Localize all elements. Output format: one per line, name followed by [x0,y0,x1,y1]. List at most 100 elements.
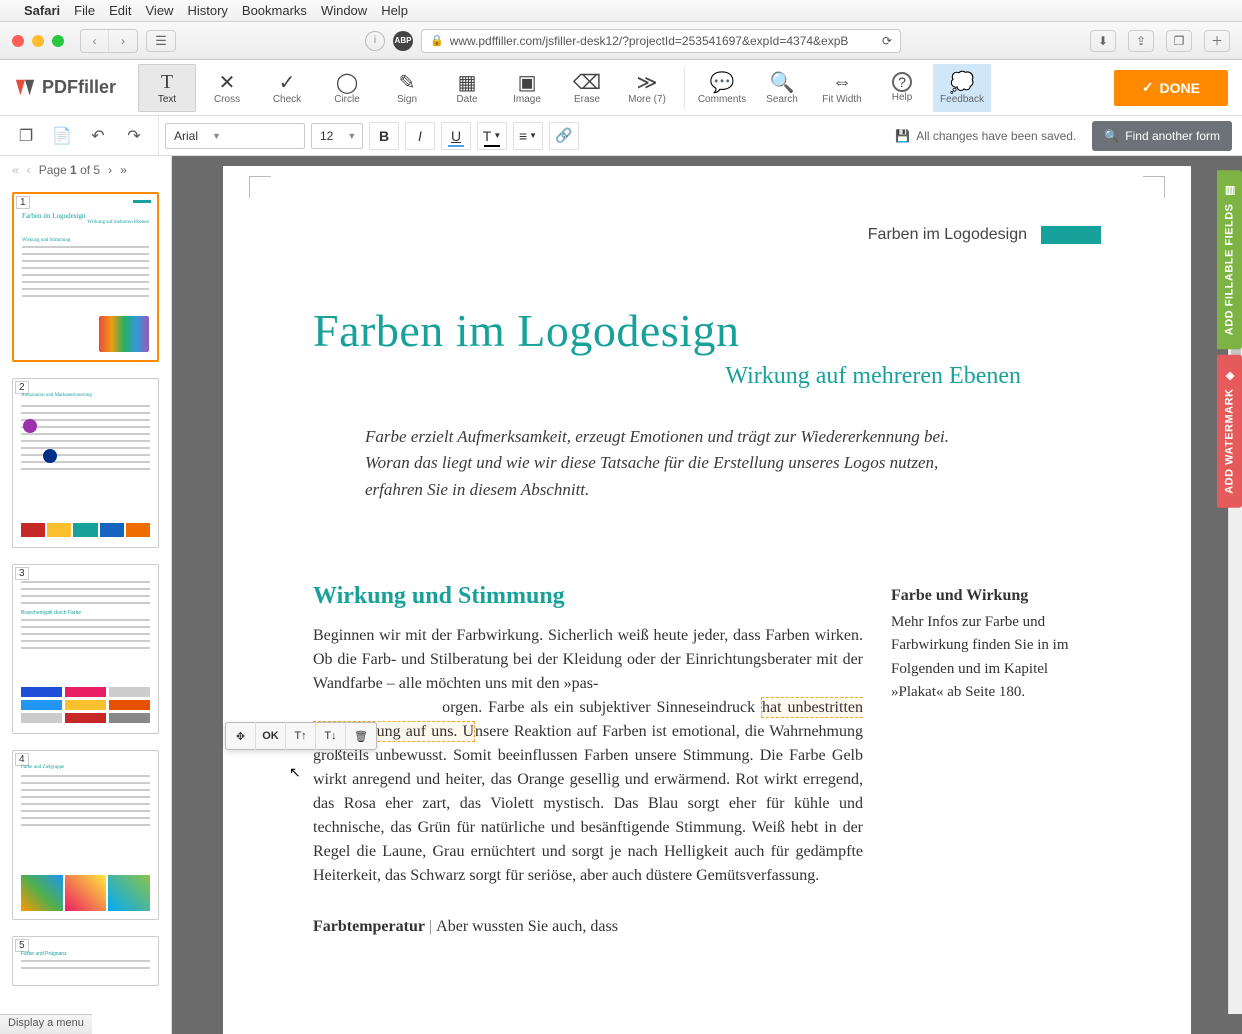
address-bar[interactable]: 🔒 www.pdffiller.com/jsfiller-desk12/?pro… [421,29,901,53]
new-tab-button[interactable]: ＋ [1204,30,1230,52]
form-icon: ▤ [1223,184,1237,197]
first-page-button[interactable]: « [12,163,19,177]
tabs-button[interactable]: ❐ [1166,30,1192,52]
menu-bookmarks[interactable]: Bookmarks [242,3,307,18]
bold-button[interactable]: B [369,122,399,150]
underline-button[interactable]: U [441,122,471,150]
header-color-chip [1041,226,1101,244]
tool-more[interactable]: ≫More (7) [618,64,676,112]
menu-window[interactable]: Window [321,3,367,18]
delete-button[interactable]: 🗑 [346,722,376,750]
link-button[interactable]: 🔗 [549,122,579,150]
page-settings-button[interactable]: 📄 [46,122,78,150]
search-icon: 🔍 [1104,129,1119,143]
prev-page-button[interactable]: ‹ [27,163,31,177]
app-logo[interactable]: PDFfiller [14,77,116,99]
thumbnail-page-2[interactable]: 2 Assoziation und Markenerinnerung [12,378,159,548]
zoom-window-button[interactable] [52,35,64,47]
app-menu[interactable]: Safari [24,3,60,18]
forward-button[interactable]: › [109,30,137,52]
back-button[interactable]: ‹ [81,30,109,52]
tool-image[interactable]: ▣Image [498,64,556,112]
lock-icon: 🔒 [430,34,444,47]
text-edit-toolbar: ✥ OK T↑ T↓ 🗑 [225,722,377,750]
workspace: 1 Farben im Logodesign Wirkung auf mehre… [0,156,1242,1034]
canvas[interactable]: Farben im Logodesign Farben im Logodesig… [172,156,1242,1034]
tool-help[interactable]: ?Help [873,64,931,112]
tool-fit-width[interactable]: ⇔Fit Width [813,64,871,112]
tool-search[interactable]: 🔍Search [753,64,811,112]
italic-button[interactable]: I [405,122,435,150]
more-icon: ≫ [637,70,658,94]
align-button[interactable]: ≡▼ [513,122,543,150]
size-select[interactable]: 12▼ [311,123,363,149]
tool-erase[interactable]: ⌫Erase [558,64,616,112]
document-title: Farben im Logodesign [313,304,1101,357]
reload-icon[interactable]: ⟳ [882,34,892,48]
add-fillable-fields-tab[interactable]: ADD FILLABLE FIELDS▤ [1217,170,1242,349]
cross-icon: ✕ [219,70,236,94]
decrease-font-button[interactable]: T↓ [316,722,346,750]
tool-circle[interactable]: ◯Circle [318,64,376,112]
sidebar-toggle-button[interactable]: ☰ [146,30,176,52]
find-form-button[interactable]: 🔍Find another form [1092,121,1232,151]
body-paragraph[interactable]: Beginnen wir mit der Farbwirkung. Sicher… [313,624,863,888]
thumbnail-page-4[interactable]: 4 Farbe und Zielgruppe [12,750,159,920]
share-button[interactable]: ⇪ [1128,30,1154,52]
next-page-button[interactable]: › [108,163,112,177]
erase-icon: ⌫ [573,70,601,94]
color-swatches [21,523,150,537]
minimize-window-button[interactable] [32,35,44,47]
move-handle-button[interactable]: ✥ [226,722,256,750]
document-page[interactable]: Farben im Logodesign Farben im Logodesig… [223,166,1191,1034]
image-icon: ▣ [518,70,537,94]
thumbnail-page-3[interactable]: 3 Branchentypik durch Farbe [12,564,159,734]
search-icon: 🔍 [770,70,795,94]
increase-font-button[interactable]: T↑ [286,722,316,750]
ok-button[interactable]: OK [256,722,286,750]
save-icon: 💾 [895,129,910,143]
close-window-button[interactable] [12,35,24,47]
app-logo-text: PDFfiller [42,77,116,98]
last-page-button[interactable]: » [120,163,127,177]
tool-sign[interactable]: ✎Sign [378,64,436,112]
tool-cross[interactable]: ✕Cross [198,64,256,112]
menu-file[interactable]: File [74,3,95,18]
app-toolbar: PDFfiller TText ✕Cross ✓Check ◯Circle ✎S… [0,60,1242,116]
help-icon: ? [892,72,912,92]
check-icon: ✓ [279,70,296,94]
thumbnail-panel[interactable]: 1 Farben im Logodesign Wirkung auf mehre… [0,156,172,1034]
downloads-button[interactable]: ⬇ [1090,30,1116,52]
text-color-button[interactable]: T▼ [477,122,507,150]
tool-date[interactable]: ▦Date [438,64,496,112]
info-icon[interactable]: i [365,31,385,51]
circle-icon: ◯ [336,70,358,94]
undo-button[interactable]: ↶ [82,122,114,150]
menu-view[interactable]: View [146,3,174,18]
tool-feedback[interactable]: 💭Feedback [933,64,991,112]
fit-width-icon: ⇔ [832,70,852,94]
macos-menubar: Safari File Edit View History Bookmarks … [0,0,1242,22]
thumbnail-page-1[interactable]: 1 Farben im Logodesign Wirkung auf mehre… [12,192,159,362]
watermark-icon: ◈ [1223,369,1237,382]
save-status: 💾 All changes have been saved. [895,129,1076,143]
tool-comments[interactable]: 💬Comments [693,64,751,112]
font-select[interactable]: Arial▼ [165,123,305,149]
menu-help[interactable]: Help [381,3,408,18]
redo-button[interactable]: ↷ [118,122,150,150]
menu-edit[interactable]: Edit [109,3,131,18]
add-watermark-tab[interactable]: ADD WATERMARK◈ [1217,355,1242,508]
done-button[interactable]: ✓DONE [1114,70,1228,106]
window-controls [12,35,64,47]
menu-history[interactable]: History [187,3,227,18]
abp-extension-icon[interactable]: ABP [393,31,413,51]
crop-mark [1143,176,1165,198]
tool-check[interactable]: ✓Check [258,64,316,112]
nav-back-forward: ‹ › [80,29,138,53]
side-tabs: ADD FILLABLE FIELDS▤ ADD WATERMARK◈ [1217,170,1242,508]
tool-text[interactable]: TText [138,64,196,112]
check-icon: ✓ [1142,79,1154,96]
pages-panel-button[interactable]: ❐ [10,122,42,150]
sign-icon: ✎ [399,70,416,94]
thumbnail-page-5[interactable]: 5 Farbe und Prägnanz [12,936,159,986]
